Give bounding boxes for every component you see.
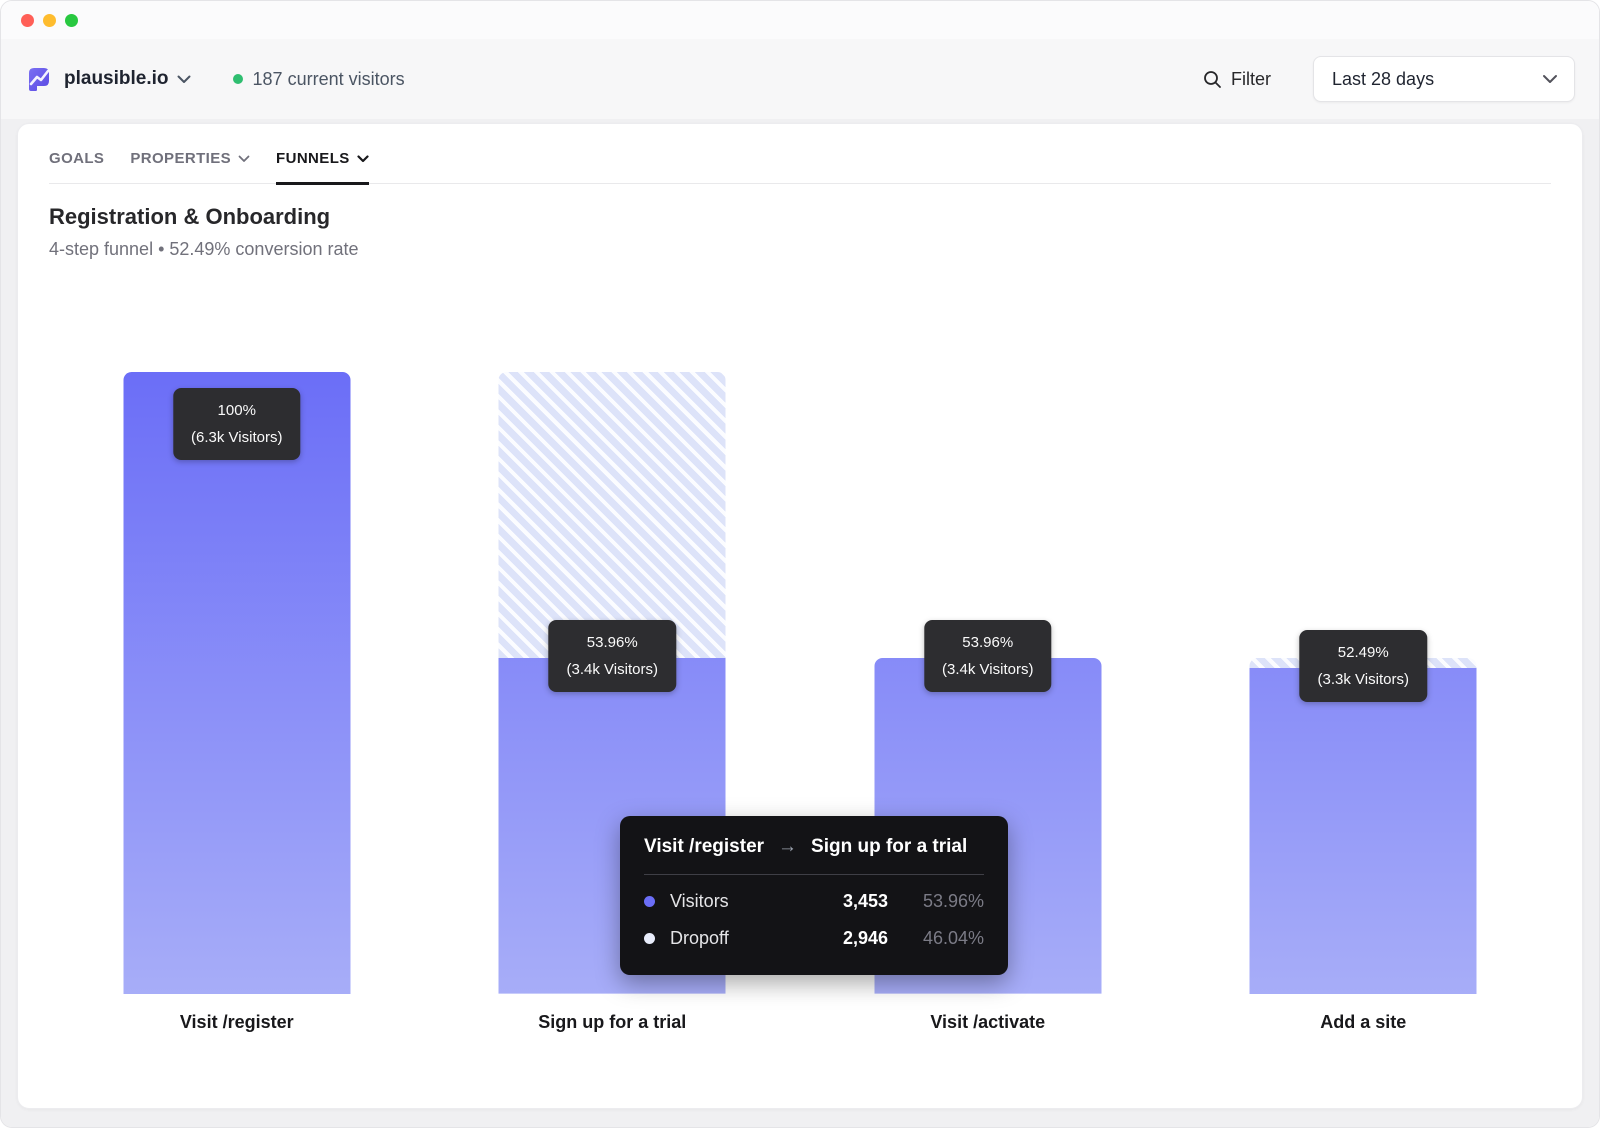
arrow-right-icon: → — [778, 836, 797, 858]
tooltip-header: Visit /register → Sign up for a trial — [644, 836, 984, 858]
tab-bar: GOALS PROPERTIES FUNNELS — [49, 150, 1551, 184]
tab-properties[interactable]: PROPERTIES — [130, 150, 250, 183]
conversion-badge: 53.96% (3.4k Visitors) — [549, 620, 676, 692]
step-label: Visit /register — [49, 1012, 425, 1033]
badge-visitors: (6.3k Visitors) — [191, 424, 282, 451]
badge-percent: 53.96% — [942, 629, 1033, 656]
badge-percent: 53.96% — [567, 629, 658, 656]
tooltip-divider — [644, 874, 984, 875]
tooltip-row-dropoff: Dropoff 2,946 46.04% — [644, 920, 984, 957]
visitors-segment — [123, 372, 350, 994]
filter-label: Filter — [1231, 69, 1271, 90]
badge-percent: 100% — [191, 397, 282, 424]
tab-funnels-label: FUNNELS — [276, 150, 350, 167]
conversion-badge: 53.96% (3.4k Visitors) — [924, 620, 1051, 692]
step-label: Add a site — [1176, 1012, 1552, 1033]
badge-visitors: (3.3k Visitors) — [1318, 666, 1409, 693]
visitors-segment — [1250, 668, 1477, 994]
tooltip-row-visitors: Visitors 3,453 53.96% — [644, 883, 984, 920]
badge-percent: 52.49% — [1318, 639, 1409, 666]
date-range-chevron-down-icon — [1542, 74, 1558, 84]
step-label: Sign up for a trial — [425, 1012, 801, 1033]
tab-properties-chevron-down-icon — [238, 155, 250, 163]
funnel-bar-visit-register[interactable] — [123, 372, 350, 994]
funnel-chart: 100% (6.3k Visitors) 53.96% (3.4k Visito… — [49, 372, 1551, 1033]
close-window-button[interactable] — [21, 14, 34, 27]
funnel-subtitle: 4-step funnel • 52.49% conversion rate — [49, 239, 1551, 260]
plausible-logo-icon — [25, 65, 53, 93]
tooltip-to-step: Sign up for a trial — [811, 836, 967, 858]
window-titlebar — [1, 1, 1599, 39]
tab-goals[interactable]: GOALS — [49, 150, 104, 183]
funnel-card: GOALS PROPERTIES FUNNELS Registration & … — [17, 123, 1583, 1109]
tooltip-row-label: Visitors — [670, 891, 804, 912]
funnel-column: 52.49% (3.3k Visitors) — [1176, 372, 1552, 994]
site-switcher-chevron-down-icon[interactable] — [177, 75, 191, 84]
site-name[interactable]: plausible.io — [64, 68, 169, 90]
visitors-dot-icon — [644, 896, 655, 907]
conversion-badge: 100% (6.3k Visitors) — [173, 388, 300, 460]
badge-visitors: (3.4k Visitors) — [567, 656, 658, 683]
app-header: plausible.io 187 current visitors Filter… — [1, 39, 1599, 119]
tooltip-row-percent: 46.04% — [888, 928, 984, 949]
tooltip-from-step: Visit /register — [644, 836, 764, 858]
tab-funnels[interactable]: FUNNELS — [276, 150, 369, 183]
step-labels: Visit /register Sign up for a trial Visi… — [49, 1012, 1551, 1033]
search-icon — [1203, 70, 1222, 89]
dropoff-segment — [499, 372, 726, 658]
tab-goals-label: GOALS — [49, 150, 104, 167]
zoom-window-button[interactable] — [65, 14, 78, 27]
badge-visitors: (3.4k Visitors) — [942, 656, 1033, 683]
date-range-dropdown[interactable]: Last 28 days — [1313, 56, 1575, 102]
page-background: GOALS PROPERTIES FUNNELS Registration & … — [1, 119, 1599, 1128]
step-label: Visit /activate — [800, 1012, 1176, 1033]
live-dot-icon — [233, 74, 243, 84]
tooltip-row-value: 2,946 — [804, 928, 888, 949]
minimize-window-button[interactable] — [43, 14, 56, 27]
tooltip-row-percent: 53.96% — [888, 891, 984, 912]
tab-properties-label: PROPERTIES — [130, 150, 231, 167]
filter-button[interactable]: Filter — [1203, 69, 1271, 90]
app-window: plausible.io 187 current visitors Filter… — [0, 0, 1600, 1128]
funnel-column: 100% (6.3k Visitors) — [49, 372, 425, 994]
conversion-badge: 52.49% (3.3k Visitors) — [1300, 630, 1427, 702]
tooltip-row-label: Dropoff — [670, 928, 804, 949]
current-visitors-label: 187 current visitors — [253, 69, 405, 90]
tab-funnels-chevron-down-icon — [357, 155, 369, 163]
step-tooltip: Visit /register → Sign up for a trial Vi… — [620, 816, 1008, 975]
tooltip-row-value: 3,453 — [804, 891, 888, 912]
dropoff-dot-icon — [644, 933, 655, 944]
funnel-title: Registration & Onboarding — [49, 204, 1551, 230]
current-visitors[interactable]: 187 current visitors — [233, 69, 405, 90]
date-range-value: Last 28 days — [1332, 69, 1434, 90]
